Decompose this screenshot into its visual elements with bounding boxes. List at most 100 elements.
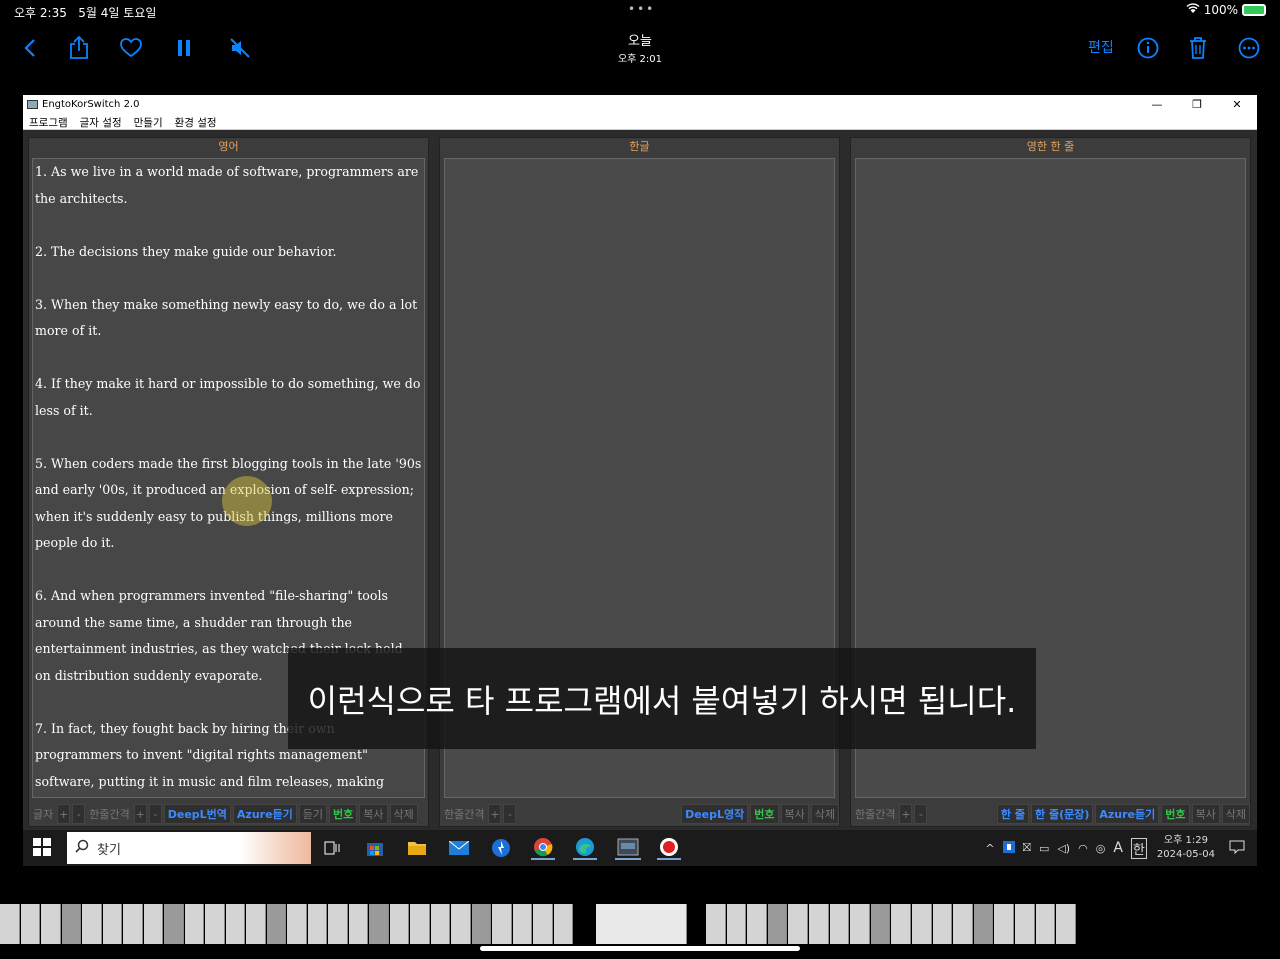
info-icon[interactable] [1134,34,1162,62]
copy-button[interactable]: 복사 [359,804,388,824]
back-icon[interactable] [16,34,44,62]
minimize-icon[interactable]: — [1137,95,1177,113]
mute-speaker-icon[interactable] [226,34,254,62]
one-line-sentence-button[interactable]: 한 줄(문장) [1031,804,1094,824]
photo-thumbnail[interactable] [492,904,512,944]
mail-icon[interactable] [447,836,471,860]
wifi-tray-icon[interactable]: ◠ [1078,842,1088,855]
photo-thumbnail[interactable] [410,904,430,944]
window-titlebar[interactable]: EngtoKorSwitch 2.0 — ❐ ✕ [23,95,1257,113]
restore-icon[interactable]: ❐ [1177,95,1217,113]
number-button[interactable]: 번호 [750,804,779,824]
volume-icon[interactable]: ◁) [1057,842,1070,855]
battery-tray-icon[interactable]: ▭ [1039,842,1049,855]
photo-thumbnail[interactable] [973,904,994,944]
photo-thumbnail[interactable] [953,904,973,944]
photo-thumbnail[interactable] [1015,904,1035,944]
microsoft-store-icon[interactable] [363,836,387,860]
task-view-icon[interactable] [320,836,344,860]
trash-icon[interactable] [1184,34,1212,62]
photo-thumbnail[interactable] [471,904,491,944]
photo-thumbnail[interactable] [994,904,1014,944]
photo-thumbnail[interactable] [287,904,307,944]
deepl-translate-button[interactable]: DeepL번역 [163,804,231,824]
number-button[interactable]: 번호 [1161,804,1190,824]
line-spacing-plus-button[interactable]: + [899,804,913,824]
listen-button[interactable]: 듣기 [298,804,328,824]
photo-thumbnail[interactable] [767,904,788,944]
photo-thumbnail[interactable] [184,904,204,944]
photo-thumbnail[interactable] [389,904,409,944]
line-spacing-plus-button[interactable]: + [133,804,147,824]
windows-start-icon[interactable] [33,838,53,858]
photo-thumbnail[interactable] [512,904,532,944]
photo-thumbnail[interactable] [870,904,891,944]
font-plus-button[interactable]: + [57,804,71,824]
photo-thumbnail[interactable] [123,904,143,944]
photo-thumbnail[interactable] [328,904,348,944]
tray-app-icon[interactable] [1002,840,1015,856]
photo-thumbnail[interactable] [829,904,850,944]
pinned-app-icon[interactable] [489,836,513,860]
copy-button[interactable]: 복사 [780,804,809,824]
close-icon[interactable]: ✕ [1217,95,1257,113]
multitask-dots-icon[interactable]: ••• [628,2,655,16]
taskbar-clock[interactable]: 오후 1:29 2024-05-04 [1157,834,1215,862]
notification-icon[interactable] [1229,840,1245,857]
photo-thumbnail-strip[interactable] [0,904,1280,944]
pause-icon[interactable] [170,34,198,62]
photo-thumbnail[interactable] [430,904,450,944]
line-spacing-minus-button[interactable]: - [148,804,162,824]
share-icon[interactable] [65,34,93,62]
menu-font-settings[interactable]: 글자 설정 [74,113,128,129]
photo-thumbnail[interactable] [553,904,573,944]
photo-thumbnail[interactable] [143,904,163,944]
azure-listen-button[interactable]: Azure듣기 [1095,804,1160,824]
favorite-heart-icon[interactable] [117,34,145,62]
file-explorer-icon[interactable] [405,836,429,860]
photo-thumbnail[interactable] [533,904,553,944]
line-spacing-minus-button[interactable]: - [914,804,928,824]
photo-thumbnail[interactable] [747,904,767,944]
photo-thumbnail[interactable] [451,904,471,944]
menu-create[interactable]: 만들기 [128,113,169,129]
photo-thumbnail[interactable] [41,904,61,944]
photo-thumbnail[interactable] [61,904,81,944]
photo-thumbnail[interactable] [596,904,687,944]
photo-thumbnail[interactable] [307,904,327,944]
photo-thumbnail[interactable] [726,904,747,944]
screen-recorder-icon[interactable] [657,836,681,860]
photo-thumbnail[interactable] [20,904,40,944]
photo-thumbnail[interactable] [788,904,808,944]
photo-thumbnail[interactable] [246,904,266,944]
photo-thumbnail[interactable] [205,904,225,944]
font-minus-button[interactable]: - [72,804,86,824]
camera-icon[interactable]: ◎ [1096,842,1106,855]
edge-icon[interactable] [573,836,597,860]
line-spacing-minus-button[interactable]: - [503,804,517,824]
photo-thumbnail[interactable] [0,904,20,944]
photo-thumbnail[interactable] [164,904,184,944]
azure-listen-button[interactable]: Azure듣기 [232,804,297,824]
chevron-up-icon[interactable]: ^ [985,842,994,855]
ime-language-indicator[interactable]: 한 [1130,837,1147,859]
photo-thumbnail[interactable] [850,904,870,944]
delete-button[interactable]: 삭제 [1221,804,1250,824]
photo-thumbnail[interactable] [891,904,911,944]
menu-preferences[interactable]: 환경 설정 [169,113,223,129]
ime-mode-indicator[interactable]: A [1113,840,1123,856]
photo-thumbnail[interactable] [225,904,245,944]
one-line-button[interactable]: 한 줄 [996,804,1029,824]
copy-button[interactable]: 복사 [1191,804,1220,824]
network-off-icon[interactable]: ⛝ [1023,841,1031,855]
photo-thumbnail[interactable] [369,904,389,944]
deepl-compose-button[interactable]: DeepL영작 [681,804,749,824]
chrome-icon[interactable] [531,836,555,860]
number-button[interactable]: 번호 [329,804,358,824]
photo-thumbnail[interactable] [1035,904,1056,944]
photo-thumbnail[interactable] [706,904,726,944]
more-ellipsis-icon[interactable] [1235,34,1263,62]
delete-button[interactable]: 삭제 [389,804,418,824]
photo-thumbnail[interactable] [1056,904,1076,944]
photo-thumbnail[interactable] [932,904,953,944]
